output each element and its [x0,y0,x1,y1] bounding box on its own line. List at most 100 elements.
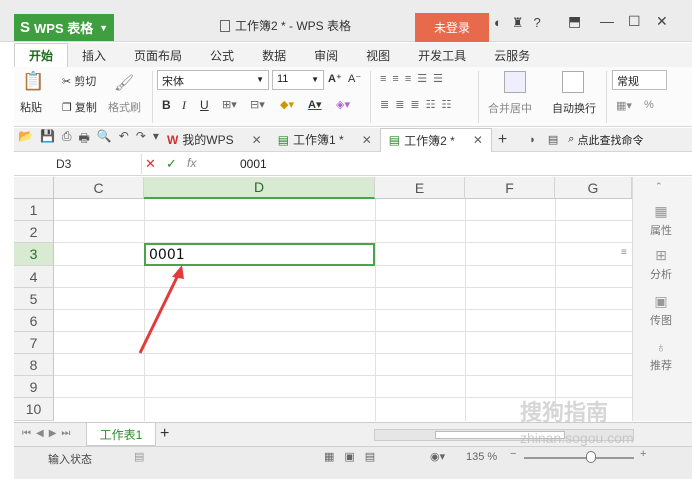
tab-workbook2[interactable]: ▤ 工作簿2 * ✕ [379,127,492,152]
export-icon[interactable]: ⎙ [62,129,72,150]
skin-icon[interactable]: ◐ [494,15,502,31]
column-header-d[interactable]: D [144,177,375,199]
search-icon: ⌕ [568,133,575,145]
row-header-6[interactable]: 6 [14,310,54,332]
row-header-9[interactable]: 9 [14,376,54,398]
tab-page-layout[interactable]: 页面布局 [120,43,196,67]
eye-icon[interactable]: ◉▾ [430,450,445,463]
row-header-3[interactable]: 3 [14,243,54,266]
italic-button[interactable]: I [182,98,186,113]
paste-icon[interactable]: 📋 [22,71,44,92]
tab-review[interactable]: 审阅 [300,43,352,67]
column-header-f[interactable]: F [465,177,555,199]
column-header-e[interactable]: E [375,177,465,199]
add-sheet-button[interactable]: + [160,425,169,443]
row-header-7[interactable]: 7 [14,332,54,354]
print-icon[interactable]: 🖶 [79,129,90,150]
grip-icon[interactable]: ≡ [621,247,627,258]
zoom-slider[interactable] [524,457,634,459]
tab-workbook1[interactable]: ▤ 工作簿1 * ✕ [270,128,380,152]
format-painter-button[interactable]: 格式刷 [108,99,141,115]
tab-data[interactable]: 数据 [248,43,300,67]
shrink-font-button[interactable]: A⁻ [348,72,361,85]
zoom-out-button[interactable]: − [510,448,516,460]
formula-input[interactable]: 0001 [240,157,267,171]
pane-analysis[interactable]: ⊞ 分析 [641,247,681,282]
tab-insert[interactable]: 插入 [68,43,120,67]
font-name-select[interactable]: 宋体 ▼ [157,70,269,90]
fill-color-icon[interactable]: ◆▾ [280,98,294,111]
pane-upload-image[interactable]: ▣ 传图 [641,293,681,328]
close-tab-icon[interactable]: ✕ [362,133,372,147]
close-button[interactable]: ✕ [656,13,668,30]
tab-cloud[interactable]: 云服务 [480,43,544,67]
confirm-icon[interactable]: ✓ [166,156,177,172]
login-button[interactable]: 未登录 [415,13,489,42]
align-bottom-row[interactable]: ≣≣≣☷☷ [380,98,457,111]
percent-button[interactable]: % [644,99,654,111]
currency-icon[interactable]: ▦▾ [616,99,632,112]
cancel-icon[interactable]: ✕ [145,156,156,172]
align-top-row[interactable]: ≡≡≡☰☰ [380,72,449,85]
insert-function-button[interactable]: fx [187,156,196,170]
new-tab-button[interactable]: + [498,131,507,149]
open-icon[interactable]: 📂 [18,129,33,150]
zoom-level[interactable]: 135 % [466,451,497,463]
font-color-button[interactable]: A▾ [308,98,321,111]
sort-icon[interactable]: ▤ [548,133,558,146]
help-button[interactable]: ? [534,15,541,31]
maximize-button[interactable]: ☐ [628,13,641,30]
tab-developer[interactable]: 开发工具 [404,43,480,67]
d-icon[interactable]: ◗ [529,134,536,146]
preview-icon[interactable]: 🔍 [97,129,112,150]
cell-style-icon[interactable]: ⊟▾ [250,98,265,111]
underline-button[interactable]: U [200,98,209,112]
zoom-in-button[interactable]: + [640,448,646,460]
tab-formulas[interactable]: 公式 [196,43,248,67]
grow-font-button[interactable]: A⁺ [328,72,342,85]
cut-button[interactable]: ✂ 剪切 [62,73,96,89]
save-icon[interactable]: 💾 [40,129,55,150]
paste-button[interactable]: 粘贴 [20,99,42,115]
collapse-icon[interactable]: ⌃ [655,181,663,192]
wrap-text-button[interactable]: 自动换行 [552,100,596,116]
minimize-button[interactable]: — [600,13,614,29]
tab-view[interactable]: 视图 [352,43,404,67]
zoom-slider-knob[interactable] [586,451,596,463]
row-header-10[interactable]: 10 [14,398,54,421]
row-header-1[interactable]: 1 [14,199,54,221]
tab-my-wps[interactable]: W 我的WPS ✕ [159,128,270,152]
column-header-g[interactable]: G [555,177,632,199]
row-header-8[interactable]: 8 [14,354,54,376]
row-header-4[interactable]: 4 [14,266,54,288]
copy-button[interactable]: ❐ 复制 [62,99,97,115]
sheet-tab-1[interactable]: 工作表1 [86,423,156,446]
shirt-icon[interactable]: ♜ [512,15,524,31]
bold-button[interactable]: B [162,98,171,112]
name-box[interactable]: D3 [16,154,142,174]
select-all-corner[interactable] [14,177,54,199]
app-menu-button[interactable]: S WPS 表格 ▼ [14,14,114,41]
undo-icon[interactable]: ↶ [119,129,129,150]
sheet-nav-arrows[interactable]: ⏮◀▶⏭ [22,428,75,439]
view-mode-icons[interactable]: ▦▣▤ [324,450,385,463]
close-tab-icon[interactable]: ✕ [252,133,262,147]
clear-format-icon[interactable]: ◈▾ [336,98,350,111]
font-size-select[interactable]: 11 ▼ [272,70,324,90]
close-tab-icon[interactable]: ✕ [473,133,483,147]
restore-icon[interactable]: ⬒ [568,13,581,30]
macro-icon[interactable]: ▤ [134,450,144,463]
pane-properties[interactable]: ▦ 属性 [641,203,681,238]
spreadsheet-grid[interactable]: C D E F G 1 2 3 4 5 6 7 8 9 10 0001 [14,177,632,421]
command-search[interactable]: ⌕ 点此查找命令 [568,132,643,148]
red-arrow-annotation [138,265,184,354]
number-format-select[interactable]: 常规 [612,70,667,90]
merge-center-button[interactable]: 合并居中 [488,100,532,116]
pane-recommend[interactable]: ♁ 推荐 [641,339,681,373]
row-header-2[interactable]: 2 [14,221,54,243]
tab-home[interactable]: 开始 [14,43,69,67]
redo-icon[interactable]: ↷ [136,129,146,150]
column-header-c[interactable]: C [54,177,144,199]
border-icon[interactable]: ⊞▾ [222,98,237,111]
row-header-5[interactable]: 5 [14,288,54,310]
